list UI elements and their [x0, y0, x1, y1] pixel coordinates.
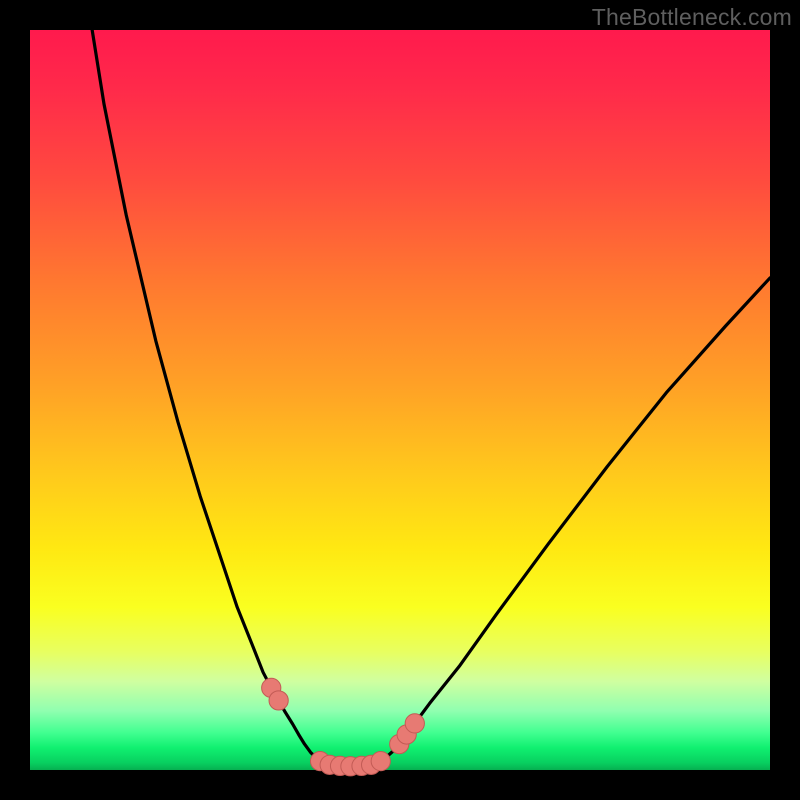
- curve-group: [92, 30, 770, 766]
- marker-group: [262, 678, 425, 776]
- data-marker: [269, 691, 288, 710]
- curve-right_branch: [381, 278, 770, 761]
- data-marker: [405, 714, 424, 733]
- watermark-text: TheBottleneck.com: [592, 4, 792, 31]
- plot-area: [30, 30, 770, 770]
- chart-frame: TheBottleneck.com: [0, 0, 800, 800]
- data-marker: [371, 752, 390, 771]
- chart-svg: [30, 30, 770, 770]
- curve-left_branch: [92, 30, 320, 761]
